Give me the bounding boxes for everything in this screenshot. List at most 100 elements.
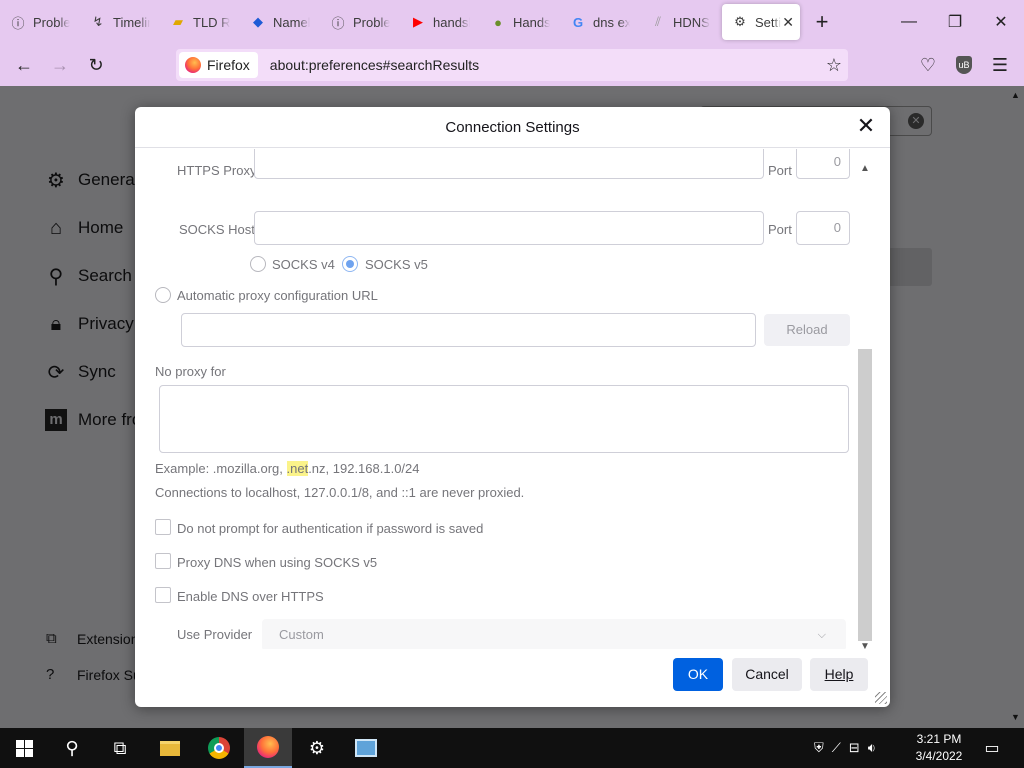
no-proxy-textarea[interactable] <box>159 385 849 453</box>
socks-host-input[interactable] <box>254 211 764 245</box>
search-highlight: .net <box>286 461 309 476</box>
clear-search-icon[interactable]: ✕ <box>908 113 924 129</box>
socks-v5-radio[interactable] <box>342 256 358 272</box>
proxy-dns-checkbox[interactable] <box>155 553 171 569</box>
page-scrollbar[interactable]: ▲ ▼ <box>1008 86 1024 728</box>
sidebar-item-general[interactable]: ⚙ General <box>44 168 138 192</box>
tab-label: Problem <box>353 14 390 30</box>
control-panel-icon[interactable] <box>342 728 390 768</box>
provider-select[interactable]: Custom ⌵ <box>262 619 846 649</box>
close-tab-icon[interactable]: ✕ <box>782 14 794 31</box>
socks-port-label: Port <box>768 222 792 237</box>
tab-namebase[interactable]: ◆ Namebase <box>240 4 320 40</box>
sidebar-footer-label: Extension <box>77 630 139 647</box>
new-tab-button[interactable]: + <box>804 4 840 40</box>
socks-port-input[interactable]: 0 <box>796 211 850 245</box>
tab-label: Namebase <box>273 14 310 30</box>
enable-doh-checkbox[interactable] <box>155 587 171 603</box>
socks-v4-radio[interactable] <box>250 256 266 272</box>
sidebar-extensions[interactable]: ⧉ Extension <box>46 630 138 647</box>
scroll-up-icon[interactable]: ▲ <box>1011 90 1020 100</box>
tab-timeline[interactable]: ↯ Timeline <box>80 4 160 40</box>
ok-button[interactable]: OK <box>673 658 723 691</box>
auto-proxy-radio[interactable] <box>155 287 171 303</box>
sidebar-item-label: Search <box>78 266 132 285</box>
sidebar-item-search[interactable]: ⚲ Search <box>44 264 132 288</box>
url-bar[interactable]: Firefox about:preferences#searchResults … <box>176 49 848 81</box>
proxy-dns-label: Proxy DNS when using SOCKS v5 <box>177 555 378 570</box>
forward-button[interactable]: → <box>42 49 78 81</box>
firefox-icon[interactable] <box>244 728 292 768</box>
sidebar-item-privacy[interactable]: 🔒︎ Privacy & <box>44 312 150 336</box>
resize-grip-icon[interactable] <box>875 692 887 704</box>
close-window-button[interactable]: ✕ <box>978 0 1024 44</box>
minimize-button[interactable]: — <box>886 0 932 44</box>
scroll-up-icon[interactable]: ▲ <box>860 163 870 174</box>
restore-button[interactable]: ❐ <box>932 0 978 44</box>
sidebar-item-more[interactable]: m More fro <box>44 408 141 432</box>
search-icon: ⚲ <box>48 265 64 288</box>
url-text[interactable]: about:preferences#searchResults <box>270 57 479 73</box>
cancel-button[interactable]: Cancel <box>732 658 802 691</box>
clock-date: 3/4/2022 <box>915 749 963 763</box>
network-icon[interactable]: ⊟ <box>849 740 860 756</box>
sidebar-item-home[interactable]: ⌂ Home <box>44 216 123 240</box>
tab-label: HDNS <box>673 14 710 30</box>
help-button[interactable]: Help <box>810 658 868 691</box>
tab-google[interactable]: G dns ex <box>560 4 640 40</box>
scroll-down-icon[interactable]: ▼ <box>860 641 870 649</box>
https-port-input[interactable]: 0 <box>796 149 850 179</box>
task-view-icon[interactable]: ⧉ <box>96 728 144 768</box>
tab-settings[interactable]: ⚙ Settings ✕ <box>722 4 800 40</box>
close-icon[interactable]: ✕ <box>854 115 878 139</box>
start-button[interactable] <box>0 728 48 768</box>
no-proxy-label: No proxy for <box>155 364 226 379</box>
auto-proxy-url-input[interactable] <box>181 313 756 347</box>
menu-icon[interactable]: ☰ <box>982 49 1018 81</box>
info-icon: ⓘ <box>11 15 25 31</box>
connection-settings-dialog: Connection Settings ✕ HTTPS Proxy Port 0… <box>135 107 890 707</box>
no-proxy-example: Example: .mozilla.org, .net.nz, 192.168.… <box>155 461 420 476</box>
network-shield-icon[interactable]: ⛨ <box>814 740 824 756</box>
socks-v5-label: SOCKS v5 <box>365 257 428 272</box>
dialog-title: Connection Settings <box>135 107 890 148</box>
reload-button[interactable]: Reload <box>764 314 850 346</box>
file-explorer-icon[interactable] <box>146 728 194 768</box>
pocket-icon[interactable]: ♡ <box>910 49 946 81</box>
tray-icons: ⛨ ⟋ ⊟ 🔉︎ <box>814 728 876 768</box>
sidebar-item-label: Sync <box>78 362 116 381</box>
volume-icon[interactable]: 🔉︎ <box>868 740 876 756</box>
tab-problem[interactable]: ⓘ Problem <box>0 4 80 40</box>
tab-handshake[interactable]: ● Handshake <box>480 4 560 40</box>
identity-box[interactable]: Firefox <box>179 52 258 78</box>
clock[interactable]: 3:21 PM 3/4/2022 <box>903 731 975 765</box>
bookmark-star-icon[interactable]: ☆ <box>826 55 842 76</box>
home-icon: ⌂ <box>49 216 63 239</box>
sidebar-firefox-support[interactable]: ? Firefox Su <box>46 666 141 683</box>
gear-icon: ⚙ <box>47 169 65 192</box>
no-prompt-auth-checkbox[interactable] <box>155 519 171 535</box>
reload-button[interactable]: ↻ <box>78 49 114 81</box>
settings-highlight-box <box>888 248 932 286</box>
tab-youtube[interactable]: ▶ handshake <box>400 4 480 40</box>
https-proxy-input[interactable] <box>254 149 764 179</box>
firefox-icon <box>185 57 201 73</box>
scrollbar-thumb[interactable] <box>858 349 872 641</box>
dialog-content: HTTPS Proxy Port 0 SOCKS Host Port 0 SOC… <box>135 149 890 649</box>
wifi-off-icon[interactable]: ⟋ <box>832 740 841 756</box>
notifications-icon[interactable]: ▭ <box>968 728 1016 768</box>
scroll-down-icon[interactable]: ▼ <box>1011 712 1020 722</box>
chrome-icon[interactable] <box>195 728 243 768</box>
ublock-icon[interactable]: uB <box>946 49 982 81</box>
https-port-label: Port <box>768 163 792 178</box>
sidebar-item-sync[interactable]: ⟳ Sync <box>44 360 116 384</box>
tab-tld[interactable]: ▰ TLD Re <box>160 4 240 40</box>
settings-gear-icon[interactable]: ⚙ <box>293 728 341 768</box>
search-icon[interactable]: ⚲ <box>48 728 96 768</box>
lock-icon: 🔒︎ <box>50 312 62 335</box>
back-button[interactable]: ← <box>6 49 42 81</box>
dialog-scrollbar[interactable]: ▲ ▼ <box>856 149 874 649</box>
tab-hdns[interactable]: ⫽ HDNS <box>640 4 720 40</box>
tab-problem-2[interactable]: ⓘ Problem <box>320 4 400 40</box>
tld-icon: ▰ <box>173 14 183 29</box>
